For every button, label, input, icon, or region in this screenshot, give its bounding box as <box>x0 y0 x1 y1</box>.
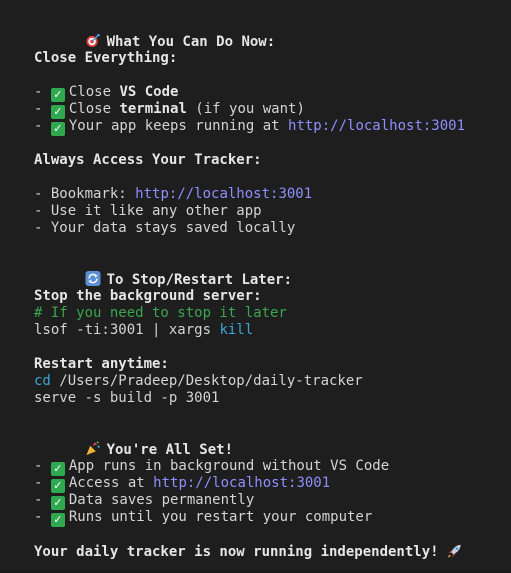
localhost-link[interactable]: http://localhost:3001 <box>153 475 330 491</box>
heading-text: What You Can Do Now: <box>106 34 276 50</box>
list-item: - ✓ Your app keeps running at http://loca… <box>34 118 466 136</box>
target-icon <box>86 33 100 48</box>
code-comment: # If you need to stop it later <box>34 305 287 321</box>
list-item: - Use it like any other app <box>34 203 262 219</box>
heading-text: To Stop/Restart Later: <box>106 272 293 288</box>
localhost-link[interactable]: http://localhost:3001 <box>288 118 465 134</box>
list-item: - ✓ Close terminal (if you want) <box>34 101 305 119</box>
heading-all-set: You're All Set! <box>34 424 503 458</box>
list-item: - ✓ App runs in background without VS Cod… <box>34 458 390 476</box>
heading-stop-restart: To Stop/Restart Later: <box>34 254 503 288</box>
code-line: serve -s build -p 3001 <box>34 390 220 406</box>
final-message: Your daily tracker is now running indepe… <box>34 543 503 560</box>
check-icon: ✓ <box>50 88 65 102</box>
check-icon: ✓ <box>50 462 65 476</box>
check-icon: ✓ <box>50 479 65 493</box>
rocket-icon <box>447 544 461 558</box>
heading-text: You're All Set! <box>106 442 234 458</box>
heading-stop-server: Stop the background server: <box>34 288 262 304</box>
localhost-link[interactable]: http://localhost:3001 <box>135 186 312 202</box>
list-item: - Your data stays saved locally <box>34 220 296 236</box>
party-popper-icon <box>86 441 100 456</box>
heading-what-you-can-do: What You Can Do Now: <box>34 16 503 50</box>
check-icon: ✓ <box>50 513 65 527</box>
list-item: - ✓ Close VS Code <box>34 84 179 102</box>
code-line: cd /Users/Pradeep/Desktop/daily-tracker <box>34 373 363 389</box>
check-icon: ✓ <box>50 122 65 136</box>
list-item: - ✓ Runs until you restart your computer <box>34 509 373 527</box>
list-item: - ✓ Data saves permanently <box>34 492 255 510</box>
list-item: - Bookmark: http://localhost:3001 <box>34 186 313 202</box>
heading-restart: Restart anytime: <box>34 356 169 372</box>
list-item: - ✓ Access at http://localhost:3001 <box>34 475 331 493</box>
chat-response-panel: What You Can Do Now: Close Everything: -… <box>0 0 511 573</box>
code-line: lsof -ti:3001 | xargs kill <box>34 322 254 338</box>
check-icon: ✓ <box>50 496 65 510</box>
response-content: What You Can Do Now: Close Everything: -… <box>34 16 503 560</box>
cycle-icon <box>85 271 101 286</box>
check-icon: ✓ <box>50 105 65 119</box>
heading-close-everything: Close Everything: <box>34 50 178 66</box>
heading-always-access: Always Access Your Tracker: <box>34 152 262 168</box>
